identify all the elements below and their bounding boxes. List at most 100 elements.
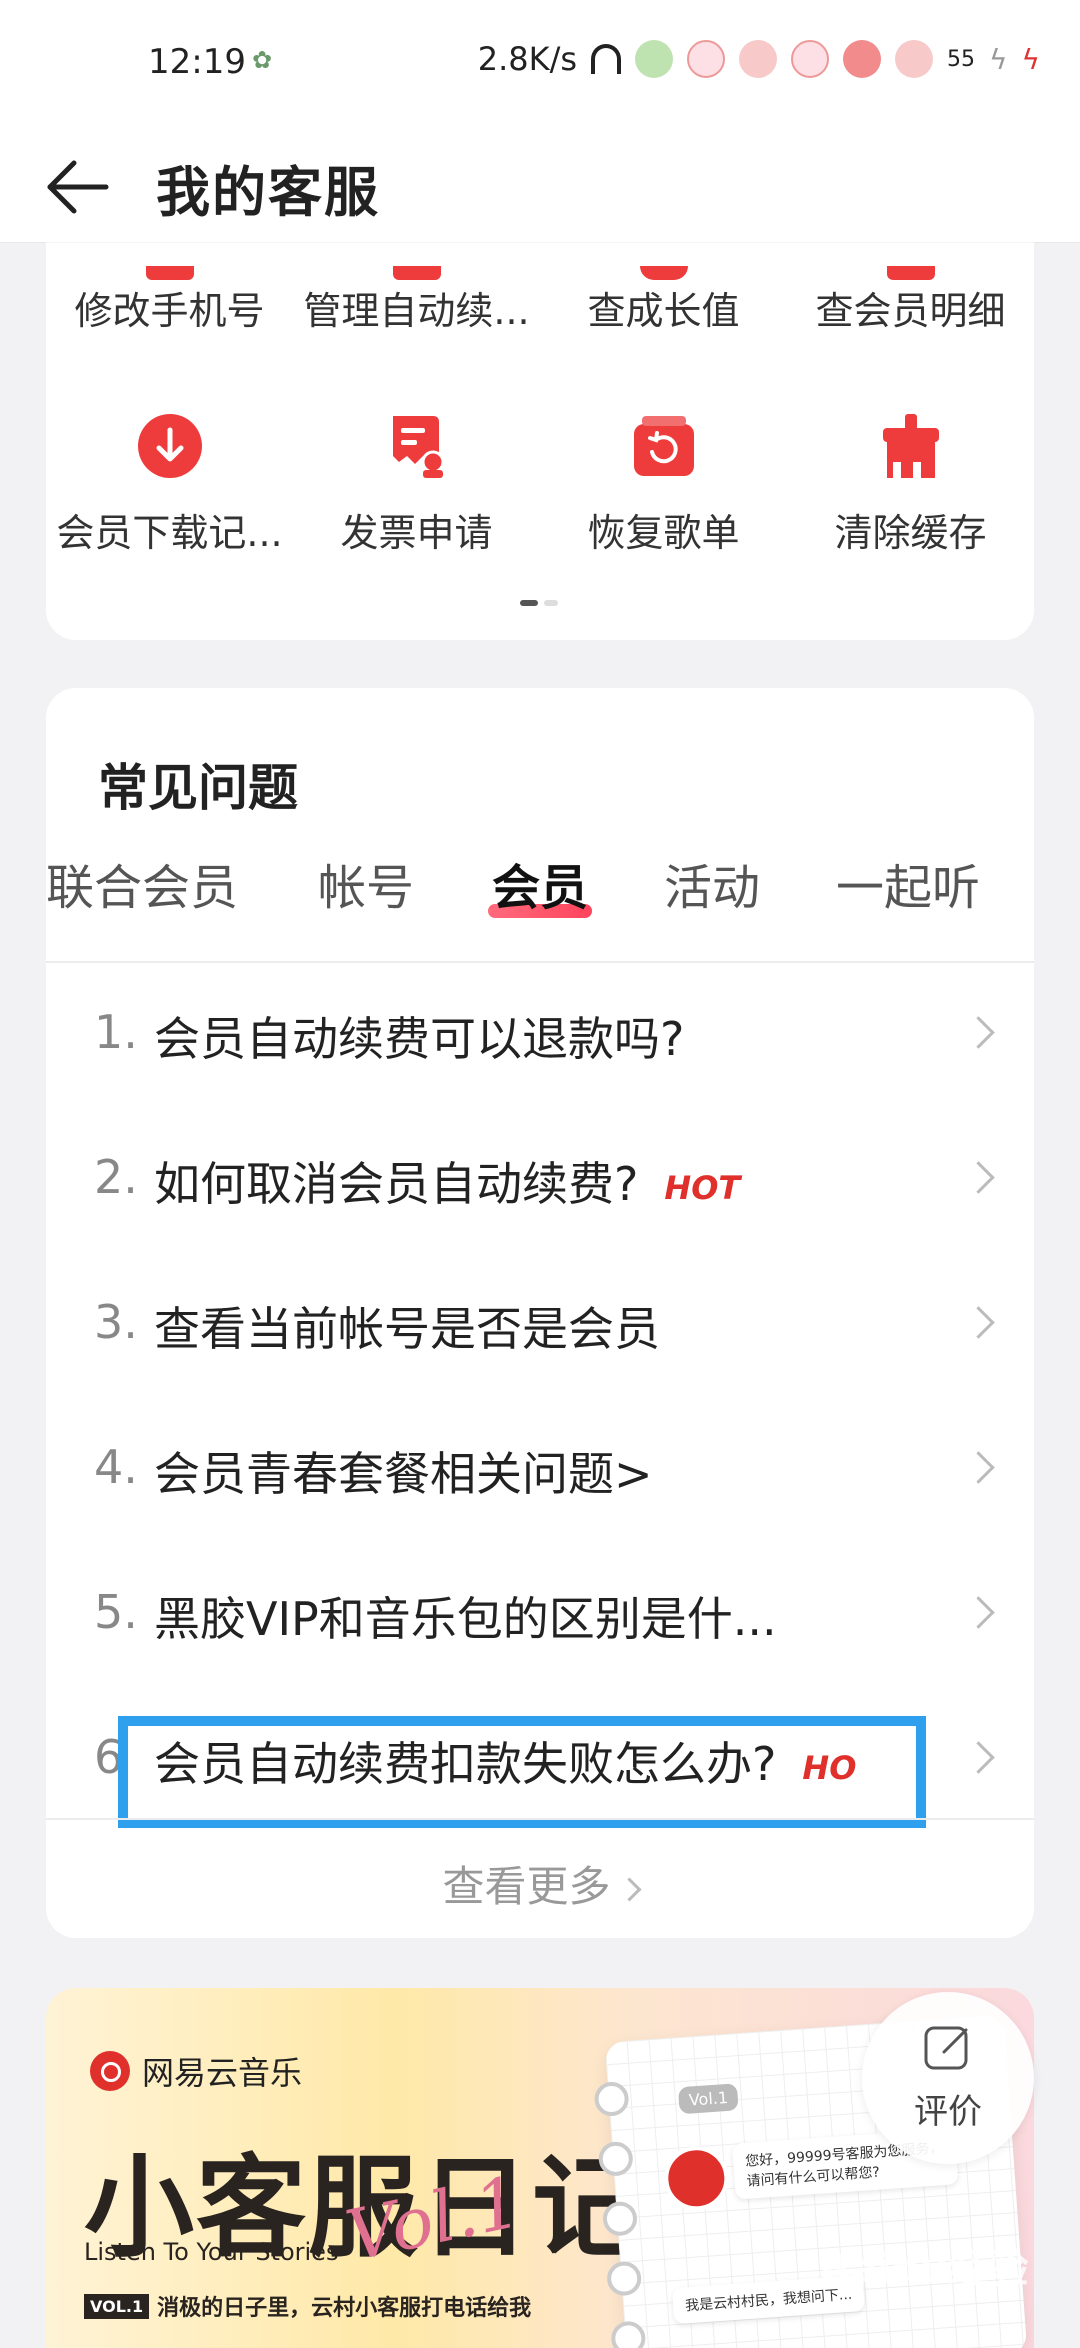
auto-renew-icon — [393, 266, 441, 280]
brand-name: 网易云音乐 — [142, 2054, 303, 2092]
faq-item[interactable]: 6 会员自动续费扣款失败怎么办? HO — [46, 1688, 1034, 1833]
faq-number: 3. — [94, 1295, 138, 1349]
service-label: 修改手机号 — [74, 289, 265, 333]
avatar — [662, 2144, 731, 2213]
faq-number: 5. — [94, 1585, 138, 1639]
highlight-box — [118, 1716, 926, 1828]
netease-music-logo-icon — [90, 2051, 130, 2091]
service-change-phone[interactable]: 修改手机号 — [46, 266, 293, 335]
slogan-text: 消极的日子里，云村小客服打电话给我 — [157, 2296, 532, 2321]
faq-question-text: 查看当前帐号是否是会员 — [154, 1302, 660, 1356]
ring-icon — [593, 2080, 630, 2118]
edit-icon — [924, 2026, 968, 2070]
faq-list: 1. 会员自动续费可以退款吗? 2. 如何取消会员自动续费? HOT 3. 查看当… — [46, 963, 1034, 1833]
services-card: 修改手机号 管理自动续... 查成长值 查会员明细 会员下载记... 发票申请 … — [46, 180, 1034, 640]
clear-cache-icon — [882, 414, 939, 478]
leaf-icon: ✿ — [252, 46, 273, 74]
bunny-icon — [687, 40, 726, 78]
faq-question: 如何取消会员自动续费? HOT — [154, 1148, 740, 1214]
service-label: 查成长值 — [587, 289, 740, 333]
banner-slogan: VOL.1 消极的日子里，云村小客服打电话给我 — [84, 2290, 531, 2322]
faq-item[interactable]: 5. 黑胶VIP和音乐包的区别是什... — [46, 1543, 1034, 1688]
service-member-detail[interactable]: 查会员明细 — [787, 266, 1034, 335]
service-invoice[interactable]: 发票申请 — [293, 412, 540, 557]
faq-number: 4. — [94, 1440, 138, 1494]
see-more-button[interactable]: 查看更多 — [46, 1853, 1034, 1914]
status-bar: 12:19 ✿ 2.8K/s 55 ϟ ϟ — [0, 0, 1080, 130]
status-time: 12:19 — [148, 42, 246, 82]
member-detail-icon — [887, 266, 935, 280]
faq-question: 会员自动续费可以退款吗? — [154, 1003, 684, 1069]
faq-tabs: 联合会员 帐号 会员 活动 一起听 — [46, 848, 1034, 928]
app-header: 我的客服 — [0, 130, 1080, 242]
grapefruit-icon — [843, 40, 882, 78]
faq-question: 查看当前帐号是否是会员 — [154, 1293, 660, 1359]
faq-item[interactable]: 4. 会员青春套餐相关问题> — [46, 1398, 1034, 1543]
banner-tagline: Listen To Your Stories — [84, 2238, 339, 2266]
ring-icon — [606, 2260, 643, 2297]
page-indicator — [520, 600, 558, 606]
tab-joint-member[interactable]: 联合会员 — [46, 848, 238, 918]
chevron-right-icon — [616, 1877, 642, 1902]
faq-card: 常见问题 联合会员 帐号 会员 活动 一起听 1. 会员自动续费可以退款吗? 2… — [46, 688, 1034, 1938]
faq-number: 1. — [94, 1005, 138, 1059]
faq-title: 常见问题 — [98, 759, 298, 817]
chevron-right-icon — [962, 1451, 995, 1484]
tab-member[interactable]: 会员 — [492, 848, 588, 918]
service-label: 会员下载记... — [56, 511, 283, 555]
tab-listen-together[interactable]: 一起听 — [836, 848, 980, 918]
hd-sticker-icon — [739, 40, 778, 78]
services-row-2: 会员下载记... 发票申请 恢复歌单 清除缓存 — [46, 412, 1034, 557]
sticker-icon — [635, 40, 674, 78]
invoice-icon — [392, 416, 444, 478]
tab-activity[interactable]: 活动 — [664, 848, 760, 918]
notebook-vol: Vol.1 — [677, 2083, 739, 2115]
faq-question-text: 会员自动续费可以退款吗? — [154, 1012, 685, 1066]
phone-icon — [146, 266, 194, 280]
watermark: Baidu经验 — [820, 2246, 1029, 2292]
faq-item[interactable]: 3. 查看当前帐号是否是会员 — [46, 1253, 1034, 1398]
services-row-1: 修改手机号 管理自动续... 查成长值 查会员明细 — [46, 266, 1034, 335]
rate-label: 评价 — [914, 2092, 982, 2132]
service-restore-playlist[interactable]: 恢复歌单 — [540, 412, 787, 557]
see-more-label: 查看更多 — [442, 1862, 611, 1911]
page-title: 我的客服 — [156, 161, 380, 224]
faq-question: 会员青春套餐相关问题> — [154, 1438, 653, 1504]
charging-icon: ϟ — [989, 42, 1008, 76]
chevron-right-icon — [962, 1306, 995, 1339]
service-label: 恢复歌单 — [587, 511, 740, 555]
faq-question-text: 会员青春套餐相关问题> — [154, 1447, 653, 1501]
net-speed: 2.8K/s — [477, 40, 578, 78]
download-icon — [137, 414, 202, 478]
headset-icon — [591, 44, 622, 74]
service-label: 查会员明细 — [815, 289, 1006, 333]
divider — [46, 1818, 1034, 1820]
service-download-record[interactable]: 会员下载记... — [46, 412, 293, 557]
service-growth-value[interactable]: 查成长值 — [540, 266, 787, 335]
chevron-right-icon — [962, 1161, 995, 1194]
hot-badge: HOT — [664, 1168, 741, 1207]
bolt-icon: ϟ — [1021, 42, 1040, 76]
faq-question-text: 如何取消会员自动续费? — [154, 1157, 639, 1211]
chevron-right-icon — [962, 1016, 995, 1049]
faq-question: 黑胶VIP和音乐包的区别是什... — [154, 1583, 777, 1649]
service-auto-renew[interactable]: 管理自动续... — [293, 266, 540, 335]
faq-item[interactable]: 2. 如何取消会员自动续费? HOT — [46, 1108, 1034, 1253]
service-label: 管理自动续... — [303, 289, 530, 333]
tab-account[interactable]: 帐号 — [318, 848, 414, 918]
battery-level: 55 — [947, 46, 976, 72]
service-clear-cache[interactable]: 清除缓存 — [787, 412, 1034, 557]
page-dot — [544, 600, 558, 606]
faq-item[interactable]: 1. 会员自动续费可以退款吗? — [46, 963, 1034, 1108]
faq-question-text: 黑胶VIP和音乐包的区别是什... — [154, 1592, 777, 1646]
back-arrow-icon[interactable] — [44, 154, 110, 220]
ring-icon — [610, 2320, 647, 2348]
service-label: 发票申请 — [340, 511, 493, 555]
flower-icon — [791, 40, 830, 78]
peach-icon — [895, 40, 934, 78]
page-dot-active — [520, 600, 538, 606]
vol-tag: VOL.1 — [84, 2293, 150, 2319]
rate-button[interactable]: 评价 — [862, 1992, 1034, 2164]
chevron-right-icon — [962, 1741, 995, 1774]
service-label: 清除缓存 — [834, 511, 987, 555]
